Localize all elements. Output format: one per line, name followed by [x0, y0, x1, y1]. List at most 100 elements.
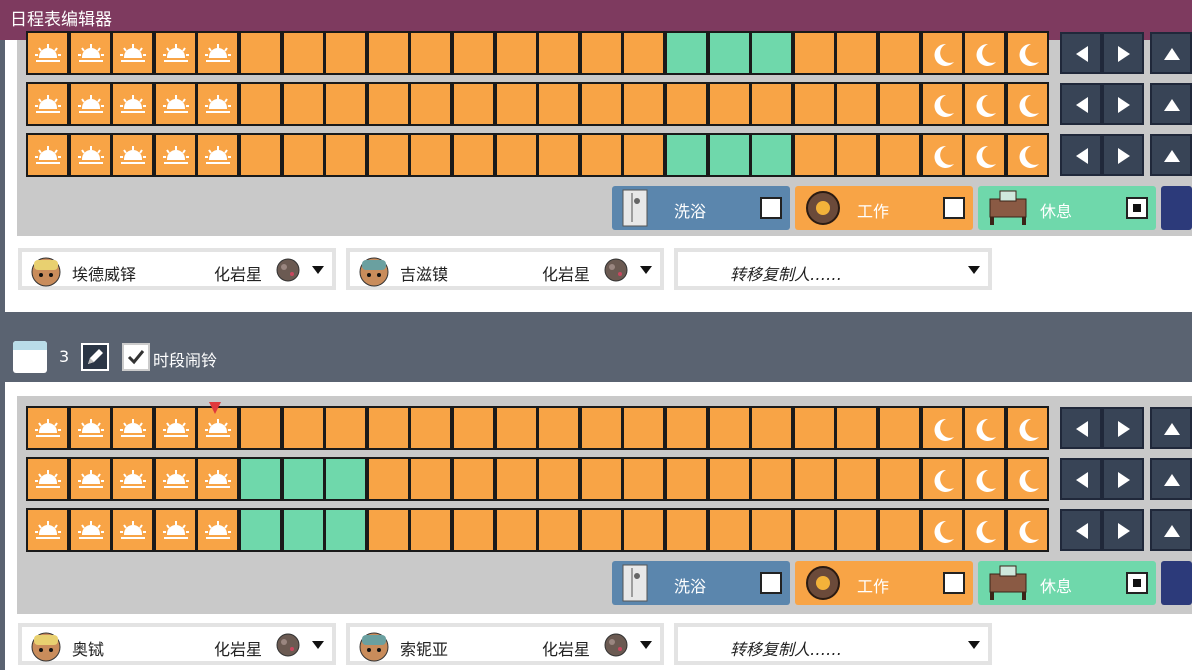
rest-block[interactable] — [750, 31, 794, 75]
night-block-moon-icon[interactable] — [1005, 82, 1049, 126]
work-block[interactable] — [750, 82, 794, 126]
duplicant-selector[interactable]: 吉滋镆 化岩星 — [346, 248, 664, 290]
work-block[interactable] — [409, 82, 453, 126]
night-block-moon-icon[interactable] — [920, 406, 964, 450]
work-block[interactable] — [537, 457, 581, 501]
transfer-duplicant-dropdown[interactable]: 转移复制人…… — [674, 248, 992, 290]
night-block-moon-icon[interactable] — [1005, 406, 1049, 450]
work-block[interactable] — [239, 31, 282, 75]
work-block[interactable] — [792, 133, 836, 177]
work-block[interactable] — [622, 82, 666, 126]
shift-right-button[interactable] — [1102, 32, 1144, 74]
morning-block-sun-icon[interactable] — [111, 133, 155, 177]
work-block[interactable] — [665, 508, 708, 552]
work-block[interactable] — [366, 508, 410, 552]
work-block[interactable] — [878, 406, 921, 450]
rest-legend-button[interactable]: 休息 — [978, 186, 1156, 230]
work-block[interactable] — [622, 133, 666, 177]
morning-block-sun-icon[interactable] — [26, 133, 69, 177]
work-block[interactable] — [835, 457, 879, 501]
work-legend-button[interactable]: 工作 — [795, 186, 973, 230]
work-block[interactable] — [366, 31, 410, 75]
rename-pencil-icon[interactable] — [81, 343, 109, 371]
morning-block-sun-icon[interactable] — [111, 508, 155, 552]
morning-block-sun-icon[interactable] — [111, 31, 155, 75]
work-block[interactable] — [324, 133, 368, 177]
work-block[interactable] — [537, 82, 581, 126]
night-block-moon-icon[interactable] — [920, 31, 964, 75]
work-block[interactable] — [792, 82, 836, 126]
work-block[interactable] — [324, 82, 368, 126]
work-block[interactable] — [792, 31, 836, 75]
bath-legend-button[interactable]: 洗浴 — [612, 186, 790, 230]
morning-block-sun-icon[interactable] — [196, 133, 240, 177]
morning-block-sun-icon[interactable] — [26, 406, 69, 450]
transfer-duplicant-dropdown[interactable]: 转移复制人…… — [674, 623, 992, 665]
work-block[interactable] — [366, 133, 410, 177]
rest-block[interactable] — [750, 133, 794, 177]
work-block[interactable] — [494, 457, 538, 501]
morning-block-sun-icon[interactable] — [68, 457, 112, 501]
rest-block[interactable] — [324, 508, 368, 552]
work-legend-button[interactable]: 工作 — [795, 561, 973, 605]
work-block[interactable] — [494, 31, 538, 75]
work-block[interactable] — [452, 31, 495, 75]
morning-block-sun-icon[interactable] — [196, 31, 240, 75]
night-block-moon-icon[interactable] — [963, 133, 1007, 177]
work-block[interactable] — [750, 457, 794, 501]
shift-right-button[interactable] — [1102, 134, 1144, 176]
work-block[interactable] — [579, 133, 623, 177]
shift-right-button[interactable] — [1102, 407, 1144, 449]
work-block[interactable] — [750, 508, 794, 552]
morning-block-sun-icon[interactable] — [153, 406, 197, 450]
rest-block[interactable] — [707, 133, 751, 177]
shift-right-button[interactable] — [1102, 509, 1144, 551]
work-block[interactable] — [239, 406, 282, 450]
night-block-moon-icon[interactable] — [963, 457, 1007, 501]
move-up-button[interactable] — [1150, 134, 1192, 176]
move-up-button[interactable] — [1150, 407, 1192, 449]
morning-block-sun-icon[interactable] — [111, 406, 155, 450]
work-block[interactable] — [579, 457, 623, 501]
work-block[interactable] — [366, 457, 410, 501]
work-block[interactable] — [835, 133, 879, 177]
work-block[interactable] — [409, 406, 453, 450]
work-block[interactable] — [750, 406, 794, 450]
rest-block[interactable] — [324, 457, 368, 501]
shift-left-button[interactable] — [1060, 407, 1102, 449]
work-block[interactable] — [622, 31, 666, 75]
night-block-moon-icon[interactable] — [920, 82, 964, 126]
morning-block-sun-icon[interactable] — [153, 133, 197, 177]
morning-block-sun-icon[interactable] — [26, 82, 69, 126]
work-block[interactable] — [665, 82, 708, 126]
morning-block-sun-icon[interactable] — [111, 457, 155, 501]
work-block[interactable] — [579, 31, 623, 75]
rest-block[interactable] — [665, 133, 708, 177]
work-block[interactable] — [835, 508, 879, 552]
morning-block-sun-icon[interactable] — [153, 82, 197, 126]
work-block[interactable] — [452, 508, 495, 552]
shift-left-button[interactable] — [1060, 458, 1102, 500]
work-block[interactable] — [494, 406, 538, 450]
work-block[interactable] — [579, 82, 623, 126]
work-block[interactable] — [707, 82, 751, 126]
shift-left-button[interactable] — [1060, 32, 1102, 74]
morning-block-sun-icon[interactable] — [153, 31, 197, 75]
rest-block[interactable] — [281, 457, 325, 501]
morning-block-sun-icon[interactable] — [153, 508, 197, 552]
work-block[interactable] — [239, 133, 282, 177]
morning-block-sun-icon[interactable] — [196, 508, 240, 552]
work-block[interactable] — [239, 82, 282, 126]
work-block[interactable] — [835, 406, 879, 450]
work-block[interactable] — [366, 406, 410, 450]
work-block[interactable] — [452, 82, 495, 126]
work-block[interactable] — [835, 82, 879, 126]
work-block[interactable] — [537, 508, 581, 552]
legend-checkbox[interactable] — [760, 572, 782, 594]
bath-legend-button[interactable]: 洗浴 — [612, 561, 790, 605]
work-block[interactable] — [579, 508, 623, 552]
night-block-moon-icon[interactable] — [963, 31, 1007, 75]
duplicant-selector[interactable]: 索铌亚 化岩星 — [346, 623, 664, 665]
rest-block[interactable] — [239, 508, 282, 552]
work-block[interactable] — [665, 406, 708, 450]
